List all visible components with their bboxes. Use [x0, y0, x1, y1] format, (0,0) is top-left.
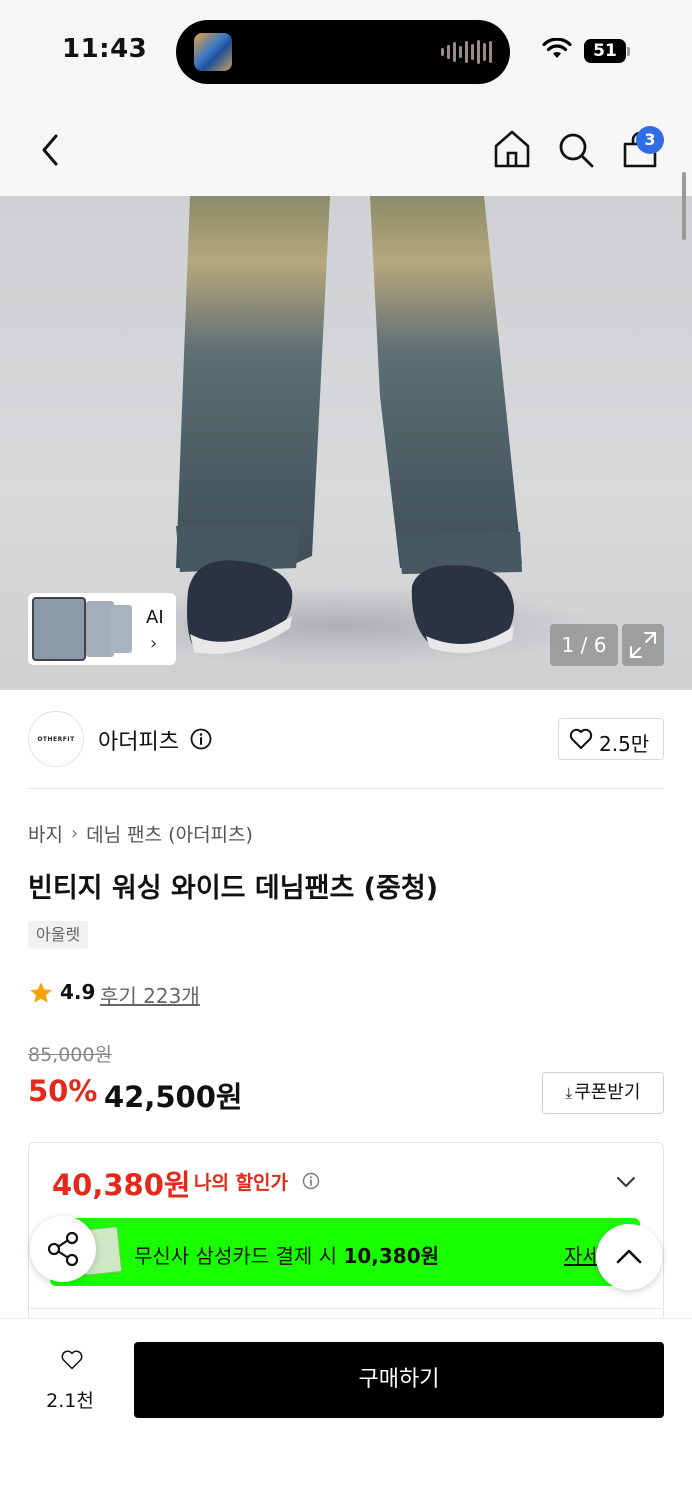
- search-icon[interactable]: [556, 130, 596, 170]
- share-icon: [47, 1231, 79, 1267]
- heart-icon: [569, 728, 593, 749]
- coupon-label: 쿠폰받기: [574, 1082, 641, 1103]
- info-icon[interactable]: [190, 728, 212, 750]
- divider: [28, 788, 664, 789]
- heart-icon[interactable]: [40, 1346, 104, 1386]
- thumbnail-image: [110, 605, 132, 653]
- promo-amount: 10,380원: [343, 1244, 440, 1268]
- wishlist-count: 2.1천: [46, 1390, 94, 1412]
- download-icon: ⤓: [565, 1084, 573, 1102]
- star-icon: [30, 982, 52, 1003]
- status-bar: 11:43 51: [0, 0, 692, 100]
- battery-level-text: 51: [593, 41, 617, 61]
- battery-cap: [627, 47, 630, 56]
- coupon-download-button[interactable]: ⤓ 쿠폰받기: [542, 1072, 664, 1114]
- ai-fitting-thumbnails[interactable]: AI ›: [28, 593, 176, 665]
- promo-prefix: 무신사 삼성카드 결제 시: [134, 1244, 344, 1268]
- original-price: 85,000원: [28, 1044, 112, 1066]
- back-icon[interactable]: [34, 130, 70, 170]
- chevron-down-icon[interactable]: [614, 1170, 638, 1194]
- brand-like-count: 2.5만: [599, 732, 650, 756]
- status-time: 11:43: [62, 34, 148, 64]
- review-count-link[interactable]: 후기 223개: [100, 980, 200, 1009]
- my-discount-price: 40,380원: [52, 1168, 191, 1202]
- outlet-tag: 아울렛: [28, 921, 89, 949]
- home-icon[interactable]: [492, 128, 532, 170]
- thumbnail-image: [32, 597, 86, 661]
- info-icon[interactable]: [302, 1172, 320, 1190]
- buy-button[interactable]: 구매하기: [134, 1342, 664, 1418]
- now-playing-artwork: [194, 33, 232, 71]
- audio-waveform-icon: [441, 40, 492, 64]
- discount-rate: 50%: [28, 1074, 98, 1108]
- expand-icon[interactable]: [622, 624, 664, 666]
- share-button[interactable]: [30, 1216, 96, 1282]
- card-promo-text: 무신사 삼성카드 결제 시 10,380원: [134, 1240, 439, 1269]
- battery-indicator: 51: [584, 39, 626, 63]
- scroll-top-button[interactable]: [596, 1224, 662, 1290]
- rating-value: 4.9: [60, 980, 96, 1004]
- dynamic-island[interactable]: [176, 20, 510, 84]
- image-counter: 1 / 6: [550, 624, 618, 666]
- brand-logo[interactable]: OTHERFIT: [28, 711, 84, 767]
- product-title: 빈티지 워싱 와이드 데님팬츠 (중청): [28, 873, 439, 904]
- top-navigation: [0, 100, 692, 196]
- my-discount-label: 나의 할인가: [194, 1172, 289, 1194]
- wifi-icon: [542, 38, 572, 58]
- breadcrumb: 바지 › 데님 팬츠 (아더피츠): [28, 820, 253, 847]
- sale-price: 42,500원: [104, 1080, 243, 1114]
- divider: [28, 1308, 664, 1309]
- breadcrumb-category[interactable]: 바지: [28, 820, 63, 847]
- chevron-right-icon: ›: [150, 633, 158, 654]
- brand-name[interactable]: 아더피츠: [98, 724, 179, 756]
- chevron-up-icon: [616, 1249, 642, 1264]
- ai-label: AI: [146, 607, 164, 628]
- breadcrumb-subcategory[interactable]: 데님 팬츠 (아더피츠): [86, 820, 253, 847]
- brand-like-button[interactable]: 2.5만: [558, 718, 664, 760]
- chevron-right-icon: ›: [70, 823, 79, 844]
- cart-count-badge: 3: [636, 126, 664, 154]
- page-scrollbar[interactable]: [682, 172, 686, 240]
